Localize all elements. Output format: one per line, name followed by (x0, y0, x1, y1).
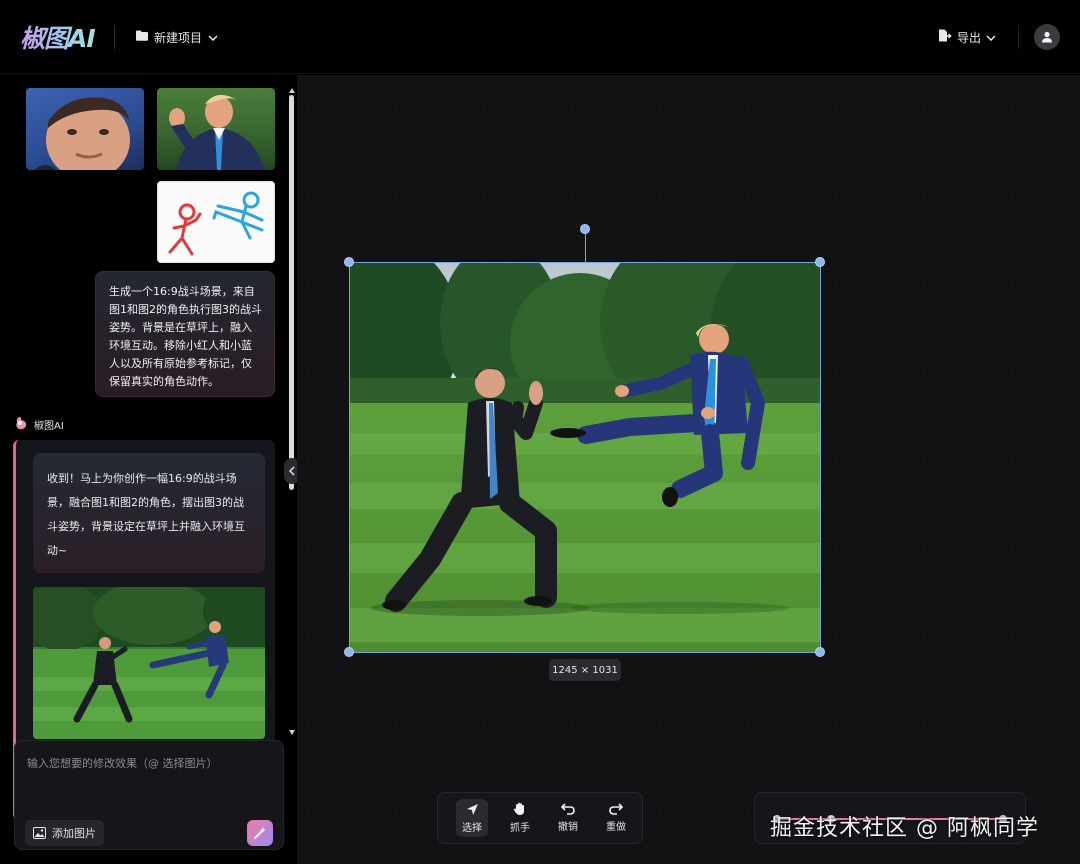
user-avatar[interactable] (1034, 24, 1060, 50)
add-image-button[interactable]: 添加图片 (25, 820, 104, 846)
resize-handle-bottom-right[interactable] (815, 647, 825, 657)
export-label: 导出 (957, 30, 982, 45)
hand-tool-label: 抓手 (510, 823, 530, 834)
sidebar-scrollbar-thumb[interactable] (289, 95, 294, 490)
resize-handle-top-left[interactable] (344, 257, 354, 267)
chevron-down-icon (208, 30, 218, 44)
prompt-input-panel: 添加图片 (14, 740, 284, 850)
chevron-down-icon (986, 30, 996, 44)
rotation-handle-line (585, 233, 586, 262)
undo-button[interactable]: 撤销 (552, 799, 584, 837)
chat-sidebar: 生成一个16:9战斗场景，来自图1和图2的角色执行图3的战斗姿势。背景是在草坪上… (0, 75, 297, 864)
reference-image-2[interactable] (157, 88, 275, 170)
select-tool-button[interactable]: 选择 (456, 799, 488, 837)
generated-image-thumbnail[interactable] (33, 587, 265, 739)
ai-message-bubble: 收到！马上为你创作一幅16:9的战斗场景，融合图1和图2的角色，摆出图3的战斗姿… (33, 453, 265, 573)
redo-button[interactable]: 重做 (600, 799, 632, 837)
reference-image-3-sketch[interactable] (157, 181, 275, 263)
resize-handle-top-right[interactable] (815, 257, 825, 267)
top-bar: 椒图AI 新建项目 导出 (0, 0, 1080, 74)
export-menu[interactable]: 导出 (938, 27, 996, 47)
new-project-menu[interactable]: 新建项目 (136, 27, 218, 47)
redo-label: 重做 (606, 822, 626, 833)
scroll-up-arrow-icon[interactable] (289, 88, 295, 93)
canvas-toolbar: 选择 抓手 撤销 重做 (437, 792, 643, 844)
prompt-input[interactable] (27, 755, 273, 795)
resize-handle-bottom-left[interactable] (344, 647, 354, 657)
cursor-arrow-icon (466, 803, 478, 815)
rotation-handle[interactable] (580, 224, 590, 234)
add-image-label: 添加图片 (52, 827, 96, 840)
generate-button[interactable] (247, 820, 273, 846)
folder-icon (136, 30, 148, 44)
pepper-logo-icon (14, 416, 28, 433)
header-divider (1018, 25, 1019, 49)
redo-icon (609, 803, 623, 815)
hand-icon (513, 802, 524, 815)
new-project-label: 新建项目 (154, 30, 203, 45)
app-logo[interactable]: 椒图AI (20, 19, 96, 55)
reference-image-1[interactable] (26, 88, 144, 170)
scroll-down-arrow-icon[interactable] (289, 730, 295, 735)
image-icon (33, 827, 46, 839)
watermark-text: 掘金技术社区 @ 阿枫同学 (770, 816, 1039, 841)
hand-tool-button[interactable]: 抓手 (504, 799, 536, 837)
undo-label: 撤销 (558, 822, 578, 833)
selection-frame (349, 262, 821, 653)
image-dimensions-label: 1245 × 1031 (549, 659, 621, 681)
user-icon (1042, 31, 1052, 43)
header-divider (114, 25, 115, 49)
select-tool-label: 选择 (462, 822, 482, 834)
magic-wand-icon (254, 827, 266, 839)
user-message-bubble: 生成一个16:9战斗场景，来自图1和图2的角色执行图3的战斗姿势。背景是在草坪上… (95, 271, 275, 397)
export-file-icon (938, 29, 952, 45)
chevron-left-icon (289, 466, 295, 476)
undo-icon (561, 803, 575, 815)
ai-name: 椒图AI (34, 421, 64, 432)
collapse-sidebar-button[interactable] (284, 458, 297, 484)
ai-sender-label: 椒图AI (14, 416, 64, 433)
